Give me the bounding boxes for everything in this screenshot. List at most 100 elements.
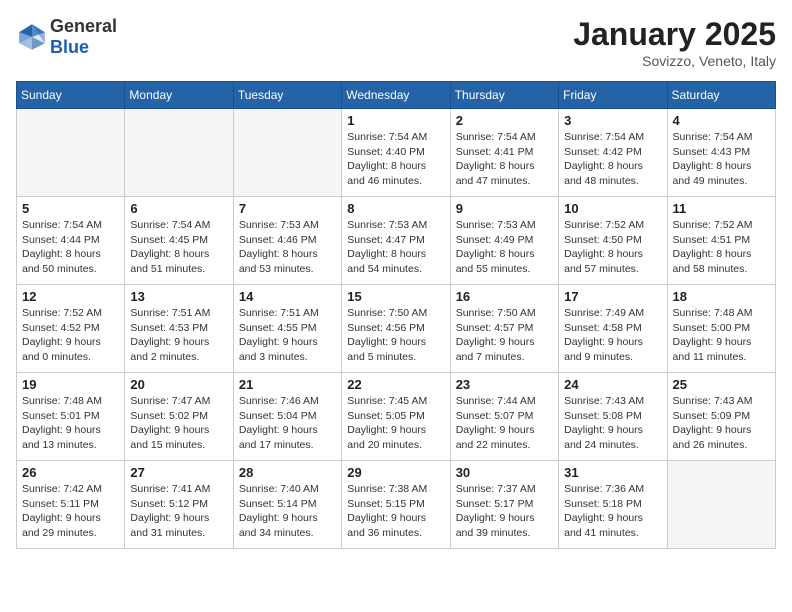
page-header: General Blue January 2025 Sovizzo, Venet… [16,16,776,69]
calendar-cell: 12 Sunrise: 7:52 AMSunset: 4:52 PMDayligh… [17,285,125,373]
calendar-cell: 8 Sunrise: 7:53 AMSunset: 4:47 PMDaylight… [342,197,450,285]
day-number: 26 [22,465,119,480]
day-info: Sunrise: 7:52 AMSunset: 4:52 PMDaylight:… [22,306,119,365]
day-info: Sunrise: 7:54 AMSunset: 4:44 PMDaylight:… [22,218,119,277]
day-number: 17 [564,289,661,304]
day-info: Sunrise: 7:53 AMSunset: 4:46 PMDaylight:… [239,218,336,277]
calendar-week-row: 1 Sunrise: 7:54 AMSunset: 4:40 PMDaylight… [17,109,776,197]
calendar-cell [667,461,775,549]
calendar-table: SundayMondayTuesdayWednesdayThursdayFrid… [16,81,776,549]
calendar-cell: 11Sunrise: 7:52 AMSunset: 4:51 PMDayligh… [667,197,775,285]
day-info: Sunrise: 7:41 AMSunset: 5:12 PMDaylight:… [130,482,227,541]
day-info: Sunrise: 7:42 AMSunset: 5:11 PMDaylight:… [22,482,119,541]
day-info: Sunrise: 7:36 AMSunset: 5:18 PMDaylight:… [564,482,661,541]
day-info: Sunrise: 7:51 AMSunset: 4:53 PMDaylight:… [130,306,227,365]
calendar-cell: 24 Sunrise: 7:43 AMSunset: 5:08 PMDayligh… [559,373,667,461]
day-info: Sunrise: 7:54 AMSunset: 4:45 PMDaylight:… [130,218,227,277]
weekday-header-wednesday: Wednesday [342,82,450,109]
day-info: Sunrise: 7:48 AMSunset: 5:01 PMDaylight:… [22,394,119,453]
day-number: 24 [564,377,661,392]
day-number: 1 [347,113,444,128]
day-info: Sunrise: 7:50 AMSunset: 4:57 PMDaylight:… [456,306,553,365]
day-number: 11 [673,201,770,216]
calendar-cell: 27Sunrise: 7:41 AMSunset: 5:12 PMDayligh… [125,461,233,549]
day-number: 4 [673,113,770,128]
day-number: 23 [456,377,553,392]
day-number: 14 [239,289,336,304]
calendar-week-row: 26 Sunrise: 7:42 AMSunset: 5:11 PMDayligh… [17,461,776,549]
calendar-header-row: SundayMondayTuesdayWednesdayThursdayFrid… [17,82,776,109]
day-info: Sunrise: 7:48 AMSunset: 5:00 PMDaylight:… [673,306,770,365]
weekday-header-sunday: Sunday [17,82,125,109]
day-info: Sunrise: 7:40 AMSunset: 5:14 PMDaylight:… [239,482,336,541]
day-number: 20 [130,377,227,392]
day-number: 25 [673,377,770,392]
day-number: 29 [347,465,444,480]
day-number: 18 [673,289,770,304]
calendar-cell: 26 Sunrise: 7:42 AMSunset: 5:11 PMDayligh… [17,461,125,549]
day-number: 15 [347,289,444,304]
day-info: Sunrise: 7:43 AMSunset: 5:08 PMDaylight:… [564,394,661,453]
day-number: 5 [22,201,119,216]
day-number: 8 [347,201,444,216]
calendar-cell: 30Sunrise: 7:37 AMSunset: 5:17 PMDayligh… [450,461,558,549]
day-info: Sunrise: 7:38 AMSunset: 5:15 PMDaylight:… [347,482,444,541]
day-number: 13 [130,289,227,304]
day-info: Sunrise: 7:54 AMSunset: 4:40 PMDaylight:… [347,130,444,189]
calendar-cell [233,109,341,197]
day-info: Sunrise: 7:46 AMSunset: 5:04 PMDaylight:… [239,394,336,453]
day-number: 12 [22,289,119,304]
weekday-header-tuesday: Tuesday [233,82,341,109]
day-number: 6 [130,201,227,216]
calendar-cell: 28 Sunrise: 7:40 AMSunset: 5:14 PMDayligh… [233,461,341,549]
day-info: Sunrise: 7:43 AMSunset: 5:09 PMDaylight:… [673,394,770,453]
calendar-cell: 21Sunrise: 7:46 AMSunset: 5:04 PMDayligh… [233,373,341,461]
calendar-week-row: 5 Sunrise: 7:54 AMSunset: 4:44 PMDaylight… [17,197,776,285]
day-number: 22 [347,377,444,392]
day-number: 31 [564,465,661,480]
day-info: Sunrise: 7:54 AMSunset: 4:42 PMDaylight:… [564,130,661,189]
calendar-cell: 14 Sunrise: 7:51 AMSunset: 4:55 PMDayligh… [233,285,341,373]
day-info: Sunrise: 7:44 AMSunset: 5:07 PMDaylight:… [456,394,553,453]
day-number: 19 [22,377,119,392]
calendar-cell: 16 Sunrise: 7:50 AMSunset: 4:57 PMDayligh… [450,285,558,373]
day-info: Sunrise: 7:45 AMSunset: 5:05 PMDaylight:… [347,394,444,453]
day-info: Sunrise: 7:49 AMSunset: 4:58 PMDaylight:… [564,306,661,365]
calendar-cell: 25 Sunrise: 7:43 AMSunset: 5:09 PMDayligh… [667,373,775,461]
day-info: Sunrise: 7:52 AMSunset: 4:50 PMDaylight:… [564,218,661,277]
day-info: Sunrise: 7:53 AMSunset: 4:47 PMDaylight:… [347,218,444,277]
calendar-cell: 2 Sunrise: 7:54 AMSunset: 4:41 PMDaylight… [450,109,558,197]
calendar-cell: 17 Sunrise: 7:49 AMSunset: 4:58 PMDayligh… [559,285,667,373]
calendar-cell: 19 Sunrise: 7:48 AMSunset: 5:01 PMDayligh… [17,373,125,461]
weekday-header-saturday: Saturday [667,82,775,109]
day-info: Sunrise: 7:50 AMSunset: 4:56 PMDaylight:… [347,306,444,365]
weekday-header-monday: Monday [125,82,233,109]
title-block: January 2025 Sovizzo, Veneto, Italy [573,16,776,69]
calendar-cell: 10Sunrise: 7:52 AMSunset: 4:50 PMDayligh… [559,197,667,285]
day-number: 9 [456,201,553,216]
day-info: Sunrise: 7:37 AMSunset: 5:17 PMDaylight:… [456,482,553,541]
calendar-cell: 23 Sunrise: 7:44 AMSunset: 5:07 PMDayligh… [450,373,558,461]
logo: General Blue [16,16,117,58]
calendar-cell: 6 Sunrise: 7:54 AMSunset: 4:45 PMDaylight… [125,197,233,285]
logo-icon [16,21,48,53]
weekday-header-friday: Friday [559,82,667,109]
calendar-week-row: 19 Sunrise: 7:48 AMSunset: 5:01 PMDayligh… [17,373,776,461]
calendar-cell [17,109,125,197]
calendar-cell: 20 Sunrise: 7:47 AMSunset: 5:02 PMDayligh… [125,373,233,461]
day-number: 3 [564,113,661,128]
day-number: 28 [239,465,336,480]
day-info: Sunrise: 7:47 AMSunset: 5:02 PMDaylight:… [130,394,227,453]
day-number: 16 [456,289,553,304]
day-number: 2 [456,113,553,128]
day-info: Sunrise: 7:54 AMSunset: 4:41 PMDaylight:… [456,130,553,189]
day-info: Sunrise: 7:53 AMSunset: 4:49 PMDaylight:… [456,218,553,277]
location-subtitle: Sovizzo, Veneto, Italy [573,53,776,69]
day-info: Sunrise: 7:54 AMSunset: 4:43 PMDaylight:… [673,130,770,189]
day-number: 7 [239,201,336,216]
weekday-header-thursday: Thursday [450,82,558,109]
day-info: Sunrise: 7:51 AMSunset: 4:55 PMDaylight:… [239,306,336,365]
calendar-cell: 5 Sunrise: 7:54 AMSunset: 4:44 PMDaylight… [17,197,125,285]
calendar-cell: 13 Sunrise: 7:51 AMSunset: 4:53 PMDayligh… [125,285,233,373]
calendar-cell: 3 Sunrise: 7:54 AMSunset: 4:42 PMDaylight… [559,109,667,197]
